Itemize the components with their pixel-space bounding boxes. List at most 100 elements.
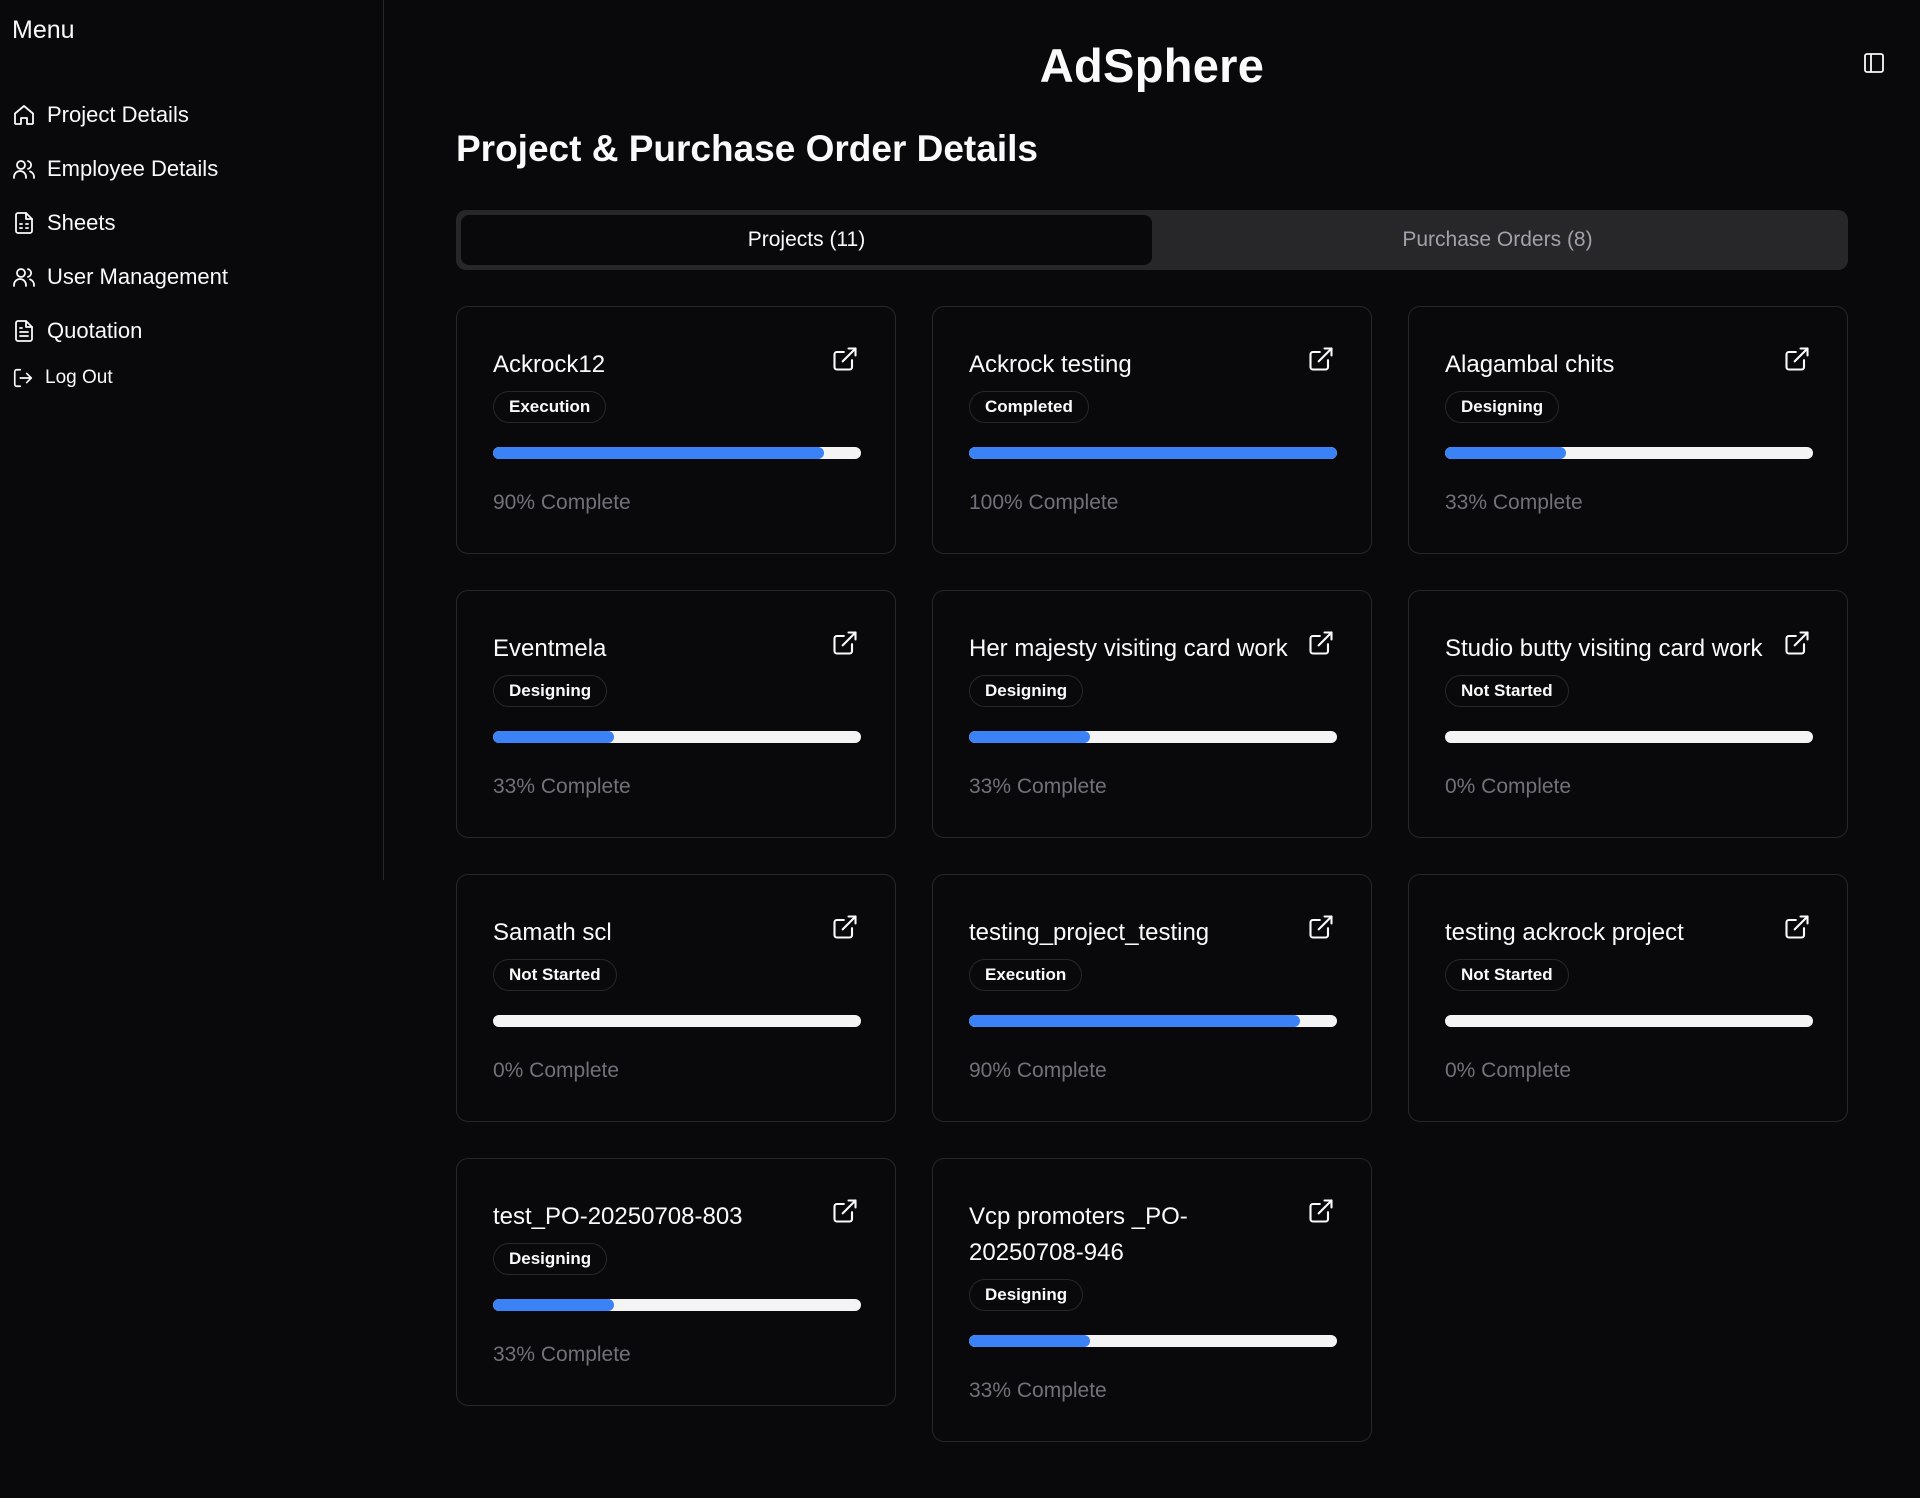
external-link-icon[interactable]: [1307, 913, 1335, 941]
sidebar-item-label: Project Details: [47, 102, 189, 127]
progress-fill: [493, 1299, 615, 1311]
progress-bar: [1445, 731, 1813, 743]
project-card[interactable]: test_PO-20250708-803 Designing 33% Compl…: [456, 1158, 896, 1406]
status-badge: Designing: [969, 1279, 1084, 1311]
sidebar-item-project-details[interactable]: Project Details: [0, 88, 384, 142]
project-card[interactable]: Eventmela Designing 33% Complete: [456, 590, 896, 838]
progress-bar: [969, 447, 1337, 459]
project-name: Eventmela: [493, 635, 607, 662]
project-card[interactable]: Samath scl Not Started 0% Complete: [456, 874, 896, 1122]
progress-fill: [493, 447, 825, 459]
sidebar-item-user-management[interactable]: User Management: [0, 250, 384, 304]
external-link-icon[interactable]: [1307, 629, 1335, 657]
home-icon: [14, 105, 34, 125]
external-link-icon[interactable]: [831, 913, 859, 941]
progress-text: 0% Complete: [1445, 1059, 1572, 1082]
progress-text: 100% Complete: [969, 491, 1119, 514]
progress-text: 90% Complete: [969, 1059, 1107, 1082]
sidebar: Menu Project Details Employee Details Sh…: [0, 0, 384, 880]
sidebar-item-label: User Management: [47, 264, 228, 289]
external-link-icon[interactable]: [1783, 345, 1811, 373]
external-link-icon[interactable]: [1307, 345, 1335, 373]
project-card[interactable]: testing_project_testing Execution 90% Co…: [932, 874, 1372, 1122]
progress-bar: [493, 1015, 861, 1027]
app-title: AdSphere: [1039, 39, 1265, 92]
project-name: Ackrock12: [493, 351, 606, 378]
progress-fill: [969, 731, 1091, 743]
progress-bar: [969, 1015, 1337, 1027]
sidebar-item-log-out[interactable]: Log Out: [0, 358, 384, 398]
sidebar-item-label: Log Out: [45, 367, 113, 388]
tab-list: Projects (11) Purchase Orders (8): [456, 210, 1848, 270]
progress-text: 0% Complete: [1445, 775, 1572, 798]
progress-text: 33% Complete: [969, 1379, 1107, 1402]
status-badge: Completed: [969, 391, 1089, 423]
progress-bar: [493, 447, 861, 459]
progress-bar: [493, 731, 861, 743]
progress-text: 33% Complete: [493, 775, 631, 798]
external-link-icon[interactable]: [1783, 913, 1811, 941]
project-name: testing_project_testing: [969, 919, 1210, 946]
project-card[interactable]: testing ackrock project Not Started 0% C…: [1408, 874, 1848, 1122]
status-badge: Execution: [969, 959, 1083, 991]
external-link-icon[interactable]: [831, 345, 859, 373]
project-name: Samath scl: [493, 919, 612, 946]
progress-fill: [969, 1015, 1301, 1027]
progress-bar: [493, 1299, 861, 1311]
project-name: Her majesty visiting card work: [969, 635, 1288, 662]
progress-bar: [969, 1335, 1337, 1347]
status-badge: Designing: [1445, 391, 1560, 423]
project-name: Alagambal chits: [1445, 351, 1615, 378]
tab-projects[interactable]: Projects (11): [461, 215, 1152, 265]
external-link-icon[interactable]: [831, 1197, 859, 1225]
progress-fill: [969, 447, 1337, 459]
sidebar-toggle-icon[interactable]: [1862, 51, 1886, 75]
project-name: test_PO-20250708-803: [493, 1203, 743, 1230]
logout-icon: [13, 368, 33, 388]
sidebar-item-sheets[interactable]: Sheets: [0, 196, 384, 250]
external-link-icon[interactable]: [1783, 629, 1811, 657]
project-card[interactable]: Alagambal chits Designing 33% Complete: [1408, 306, 1848, 554]
project-name: testing ackrock project: [1445, 919, 1684, 946]
project-card[interactable]: Studio butty visiting card work Not Star…: [1408, 590, 1848, 838]
tab-purchase-orders[interactable]: Purchase Orders (8): [1152, 215, 1843, 265]
project-grid: Ackrock12 Execution 90% Complete Ackrock…: [456, 306, 1848, 1442]
progress-bar: [1445, 1015, 1813, 1027]
external-link-icon[interactable]: [831, 629, 859, 657]
progress-text: 0% Complete: [493, 1059, 620, 1082]
document-icon: [15, 320, 33, 342]
status-badge: Not Started: [1445, 959, 1569, 991]
progress-text: 33% Complete: [969, 775, 1107, 798]
sidebar-item-label: Sheets: [47, 210, 116, 235]
sidebar-item-employee-details[interactable]: Employee Details: [0, 142, 384, 196]
menu-title: Menu: [12, 16, 75, 44]
status-badge: Designing: [969, 675, 1084, 707]
status-badge: Designing: [493, 675, 608, 707]
progress-text: 33% Complete: [1445, 491, 1583, 514]
sidebar-item-quotation[interactable]: Quotation: [0, 304, 384, 358]
external-link-icon[interactable]: [1307, 1197, 1335, 1225]
project-card[interactable]: Ackrock testing Completed 100% Complete: [932, 306, 1372, 554]
sheet-icon: [15, 212, 33, 234]
progress-fill: [1445, 447, 1567, 459]
progress-text: 33% Complete: [493, 1343, 631, 1366]
sidebar-item-label: Quotation: [47, 318, 143, 343]
status-badge: Designing: [493, 1243, 608, 1275]
status-badge: Not Started: [493, 959, 617, 991]
progress-fill: [969, 1335, 1091, 1347]
users-icon: [13, 160, 35, 179]
nav-list: Project Details Employee Details Sheets …: [0, 88, 384, 398]
status-badge: Not Started: [1445, 675, 1569, 707]
status-badge: Execution: [493, 391, 607, 423]
progress-fill: [493, 731, 615, 743]
sidebar-item-label: Employee Details: [47, 156, 219, 181]
project-card[interactable]: Vcp promoters _PO-20250708-946 Designing…: [932, 1158, 1372, 1442]
users-icon: [13, 268, 35, 287]
project-name: Ackrock testing: [969, 351, 1132, 378]
progress-bar: [1445, 447, 1813, 459]
project-card[interactable]: Her majesty visiting card work Designing…: [932, 590, 1372, 838]
project-card[interactable]: Ackrock12 Execution 90% Complete: [456, 306, 896, 554]
page-title: Project & Purchase Order Details: [456, 128, 1038, 169]
progress-bar: [969, 731, 1337, 743]
project-name: Vcp promoters _PO-20250708-946: [969, 1203, 1188, 1266]
